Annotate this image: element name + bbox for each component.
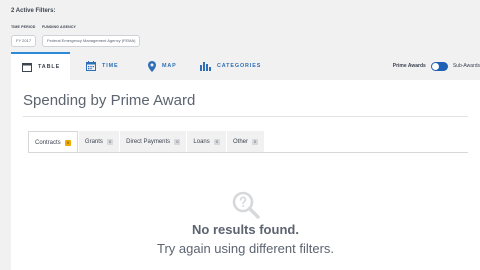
map-marker-icon <box>148 60 156 72</box>
award-type-tabs: Contracts 0 Grants 0 Direct Payments 0 L… <box>28 131 265 153</box>
count-badge: 0 <box>106 138 114 145</box>
tab-label: Grants <box>84 138 103 145</box>
filter-chip-fy2017[interactable]: FY 2017 <box>11 35 37 47</box>
prime-awards-label: Prime Awards <box>392 63 426 69</box>
title-divider <box>23 116 468 117</box>
count-badge: 0 <box>252 138 259 145</box>
tab-label: Contracts <box>35 139 61 146</box>
count-badge: 0 <box>174 138 181 145</box>
tabs-divider <box>28 152 468 153</box>
search-question-icon <box>11 190 480 220</box>
tab-label: Other <box>233 138 249 145</box>
tab-label: Loans <box>193 138 210 145</box>
visualization-tabs: TABLE TIME MAP CATEGORIES Prime Awards S… <box>11 52 480 80</box>
tab-categories[interactable]: CATEGORIES <box>189 52 261 80</box>
tab-table[interactable]: TABLE <box>11 52 70 80</box>
tab-grants[interactable]: Grants 0 <box>78 131 120 152</box>
filter-chip-fema[interactable]: Federal Emergency Management Agency (FEM… <box>42 35 141 47</box>
award-level-toggle: Prime Awards Sub-Awards <box>393 52 480 80</box>
count-badge: 0 <box>64 139 71 146</box>
tab-label: Direct Payments <box>126 138 171 145</box>
empty-state: No results found. Try again using differ… <box>11 190 480 256</box>
tab-time[interactable]: TIME <box>75 52 118 80</box>
active-filters-title: 2 Active Filters: <box>11 8 56 14</box>
tab-table-label: TABLE <box>38 64 61 70</box>
tab-categories-label: CATEGORIES <box>217 63 262 69</box>
no-results-message: Try again using different filters. <box>156 241 335 256</box>
count-badge: 0 <box>213 138 221 145</box>
toggle-knob <box>431 62 439 70</box>
tab-loans[interactable]: Loans 0 <box>187 131 227 152</box>
sub-awards-label: Sub-Awards <box>452 63 480 69</box>
prime-sub-toggle-switch[interactable] <box>430 61 448 71</box>
calendar-icon <box>86 61 96 71</box>
filter-group-time-period: TIME PERIOD FY 2017 <box>11 25 37 47</box>
table-icon <box>22 62 32 72</box>
tab-contracts[interactable]: Contracts 0 <box>28 131 78 153</box>
tab-other[interactable]: Other 0 <box>227 131 265 152</box>
tab-map[interactable]: MAP <box>137 52 177 80</box>
page-title: Spending by Prime Award <box>23 92 196 109</box>
no-results-title: No results found. <box>192 222 299 237</box>
active-filters-bar: 2 Active Filters: TIME PERIOD FY 2017 FU… <box>0 0 480 52</box>
filter-group-funding-agency: FUNDING AGENCY Federal Emergency Managem… <box>42 25 141 47</box>
bar-chart-icon <box>200 61 211 71</box>
filter-group-label: TIME PERIOD <box>11 25 36 29</box>
tab-time-label: TIME <box>102 63 119 69</box>
filter-group-label: FUNDING AGENCY <box>42 25 77 29</box>
results-panel: TABLE TIME MAP CATEGORIES Prime Awards S… <box>11 52 480 270</box>
tab-map-label: MAP <box>162 63 177 69</box>
tab-direct-payments[interactable]: Direct Payments 0 <box>120 131 187 152</box>
